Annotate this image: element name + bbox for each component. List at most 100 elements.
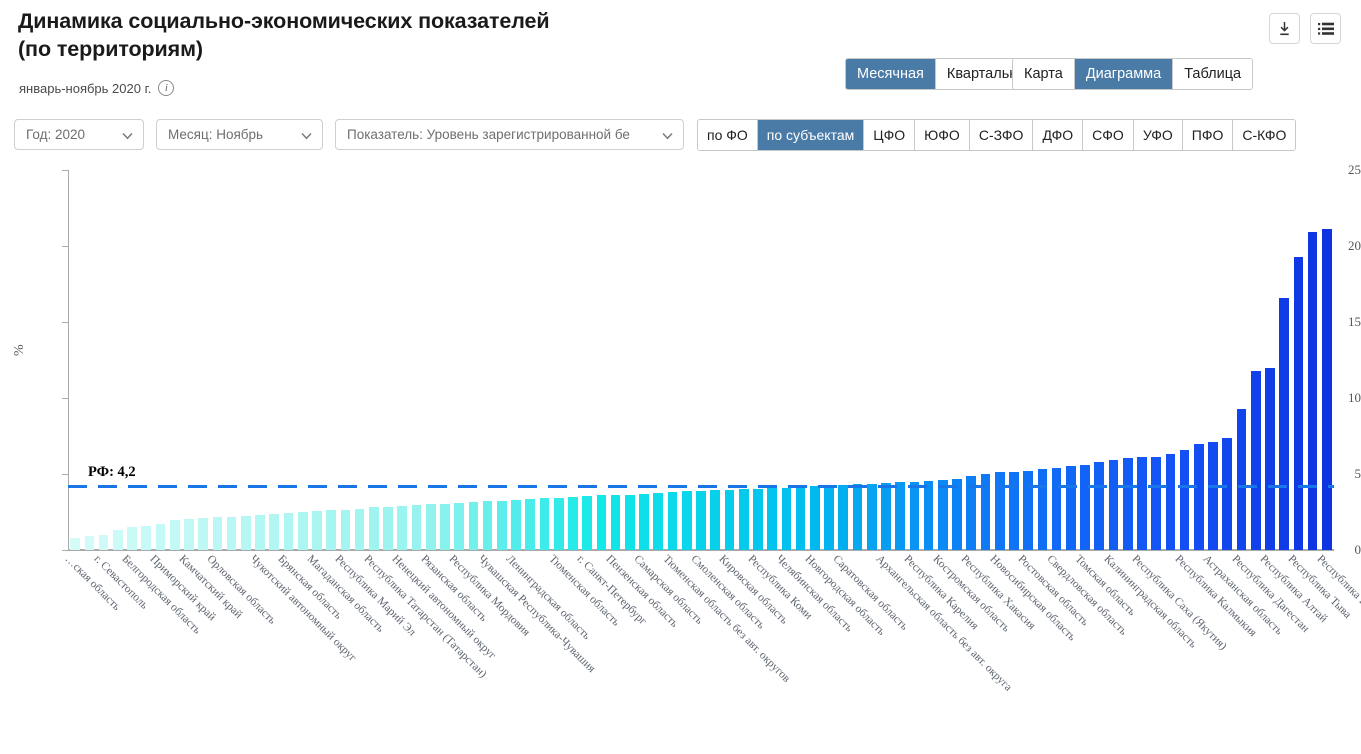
bar[interactable]: [866, 483, 877, 550]
bar[interactable]: [539, 498, 550, 550]
region-tab-8[interactable]: ПФО: [1182, 120, 1234, 150]
bar[interactable]: [1137, 457, 1147, 550]
bar[interactable]: [411, 505, 422, 550]
bar[interactable]: [1322, 229, 1332, 550]
bar[interactable]: [1208, 442, 1218, 550]
bar[interactable]: [753, 489, 763, 550]
bar[interactable]: [1250, 370, 1261, 550]
bar[interactable]: [923, 480, 934, 550]
bar[interactable]: [1122, 458, 1133, 550]
region-tab-0[interactable]: по ФО: [698, 120, 758, 150]
bar[interactable]: [112, 530, 123, 550]
bar[interactable]: [1094, 461, 1105, 550]
region-tab-4[interactable]: С-ЗФО: [969, 120, 1034, 150]
bar[interactable]: [169, 519, 180, 550]
bar[interactable]: [340, 509, 351, 550]
bar[interactable]: [269, 513, 280, 550]
bar[interactable]: [1236, 408, 1247, 550]
bar[interactable]: [468, 502, 479, 550]
bar[interactable]: [667, 492, 678, 550]
bar[interactable]: [1009, 471, 1019, 550]
bar[interactable]: [98, 534, 109, 550]
region-tab-2[interactable]: ЦФО: [864, 120, 916, 150]
bar[interactable]: [198, 518, 208, 550]
bar[interactable]: [937, 480, 948, 550]
bar[interactable]: [738, 489, 749, 550]
bar[interactable]: [397, 505, 408, 550]
bar[interactable]: [553, 497, 564, 550]
bar[interactable]: [255, 515, 265, 550]
bar[interactable]: [625, 494, 635, 550]
view-tab-0[interactable]: Карта: [1013, 59, 1075, 89]
bar[interactable]: [240, 515, 251, 550]
year-select[interactable]: Год: 2020: [14, 119, 144, 150]
bar[interactable]: [696, 490, 706, 550]
bar[interactable]: [639, 493, 649, 550]
bar[interactable]: [1037, 469, 1048, 550]
bar[interactable]: [440, 503, 450, 550]
region-tab-1[interactable]: по субъектам: [757, 120, 865, 150]
bar[interactable]: [653, 493, 664, 550]
bar[interactable]: [1066, 466, 1076, 550]
bar[interactable]: [184, 518, 194, 550]
bar[interactable]: [497, 500, 507, 550]
bar[interactable]: [838, 484, 849, 550]
bar[interactable]: [610, 495, 621, 550]
bar[interactable]: [425, 504, 436, 550]
bar[interactable]: [127, 527, 137, 550]
bar[interactable]: [681, 491, 692, 550]
bar[interactable]: [994, 472, 1005, 550]
bar[interactable]: [824, 485, 834, 550]
info-icon[interactable]: i: [158, 80, 175, 96]
bar[interactable]: [155, 524, 166, 550]
list-view-button[interactable]: [1310, 13, 1341, 44]
bar[interactable]: [312, 511, 322, 550]
bar[interactable]: [881, 483, 891, 550]
bar[interactable]: [1307, 232, 1318, 550]
bar[interactable]: [226, 516, 237, 550]
bar[interactable]: [84, 535, 95, 550]
bar[interactable]: [454, 502, 464, 550]
bar[interactable]: [1165, 454, 1176, 550]
bar[interactable]: [1023, 470, 1033, 550]
view-tab-1[interactable]: Диаграмма: [1074, 59, 1174, 89]
bar[interactable]: [1151, 456, 1162, 550]
bar[interactable]: [1265, 368, 1275, 550]
bar[interactable]: [710, 489, 721, 550]
bar[interactable]: [1179, 449, 1190, 550]
bar[interactable]: [1279, 297, 1290, 550]
download-button[interactable]: [1269, 13, 1300, 44]
region-tab-7[interactable]: УФО: [1133, 120, 1183, 150]
bar[interactable]: [767, 488, 777, 550]
bar[interactable]: [141, 525, 152, 550]
bar[interactable]: [283, 512, 294, 550]
bar[interactable]: [568, 496, 578, 550]
region-tab-3[interactable]: ЮФО: [915, 120, 970, 150]
bar[interactable]: [809, 486, 820, 550]
bar[interactable]: [1080, 464, 1090, 550]
indicator-select[interactable]: Показатель: Уровень зарегистрированной б…: [335, 119, 684, 150]
bar[interactable]: [368, 507, 379, 550]
bar[interactable]: [781, 487, 792, 550]
bar[interactable]: [383, 506, 393, 550]
bar[interactable]: [724, 489, 735, 550]
bar[interactable]: [1293, 256, 1304, 550]
bar[interactable]: [952, 478, 962, 550]
bar[interactable]: [525, 499, 536, 550]
region-tab-6[interactable]: СФО: [1083, 120, 1134, 150]
month-select[interactable]: Месяц: Ноябрь: [156, 119, 323, 150]
view-tab-2[interactable]: Таблица: [1173, 59, 1253, 89]
bar[interactable]: [795, 486, 806, 550]
bar[interactable]: [582, 496, 593, 550]
bar[interactable]: [1194, 444, 1204, 550]
bar[interactable]: [895, 482, 905, 550]
bar[interactable]: [326, 510, 336, 550]
bar[interactable]: [909, 481, 920, 550]
region-tab-5[interactable]: ДФО: [1033, 120, 1084, 150]
bar[interactable]: [1222, 437, 1233, 550]
bar[interactable]: [212, 517, 223, 550]
bar[interactable]: [297, 512, 308, 550]
bar[interactable]: [596, 495, 607, 550]
bar[interactable]: [482, 501, 493, 550]
bar[interactable]: [70, 537, 80, 550]
